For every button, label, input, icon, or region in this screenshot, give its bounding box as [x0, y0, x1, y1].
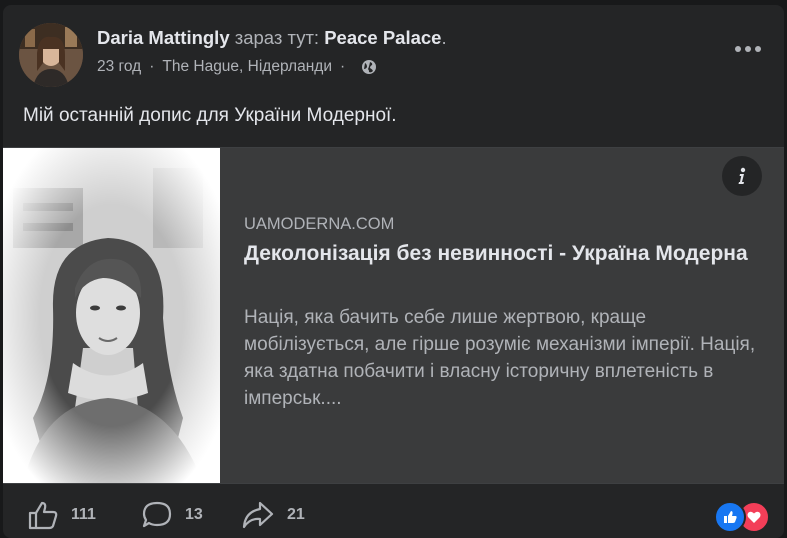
more-options-button[interactable] — [730, 35, 766, 63]
like-icon — [28, 501, 58, 530]
link-domain: UAMODERNA.COM — [244, 215, 395, 233]
more-horizontal-icon — [735, 46, 761, 52]
comment-count: 13 — [185, 506, 203, 523]
link-description: Нація, яка бачить себе лише жертвою, кра… — [244, 307, 756, 409]
share-button[interactable]: 21 — [241, 500, 305, 530]
author-line: Daria Mattingly зараз тут: Peace Palace. — [97, 27, 447, 49]
place-link[interactable]: Peace Palace — [324, 27, 441, 48]
post-meta: 23 год · The Hague, Нідерланди · — [97, 58, 377, 76]
avatar-image — [19, 23, 83, 87]
author-name[interactable]: Daria Mattingly — [97, 27, 230, 48]
portrait-image — [3, 148, 220, 483]
post-text: Мій останній допис для України Модерної. — [23, 105, 397, 126]
comment-button[interactable]: 13 — [141, 500, 203, 530]
comment-icon — [142, 501, 172, 528]
share-icon — [242, 501, 274, 529]
like-reaction-icon — [714, 501, 746, 533]
link-preview[interactable]: UAMODERNA.COM Деколонізація без невиннос… — [3, 147, 784, 484]
like-button[interactable]: 111 — [27, 500, 96, 530]
at-location-text: зараз тут: — [234, 27, 320, 48]
globe-icon[interactable] — [361, 59, 377, 75]
post-card: Daria Mattingly зараз тут: Peace Palace.… — [3, 5, 784, 538]
post-location[interactable]: The Hague, Нідерланди — [162, 58, 332, 76]
link-title[interactable]: Деколонізація без невинності - Україна М… — [244, 240, 764, 268]
post-time[interactable]: 23 год — [97, 58, 141, 76]
reactions-summary[interactable] — [714, 501, 770, 533]
post-header: Daria Mattingly зараз тут: Peace Palace.… — [3, 5, 784, 95]
like-count: 111 — [71, 506, 96, 523]
meta-separator: · — [149, 58, 155, 75]
post-actions-bar: 111 13 21 — [3, 492, 784, 538]
info-icon — [738, 167, 746, 184]
share-count: 21 — [287, 506, 305, 523]
link-thumbnail[interactable] — [3, 148, 220, 483]
place-period: . — [441, 27, 447, 48]
info-button[interactable] — [722, 156, 762, 196]
meta-separator: · — [339, 58, 346, 75]
avatar[interactable] — [19, 23, 83, 87]
